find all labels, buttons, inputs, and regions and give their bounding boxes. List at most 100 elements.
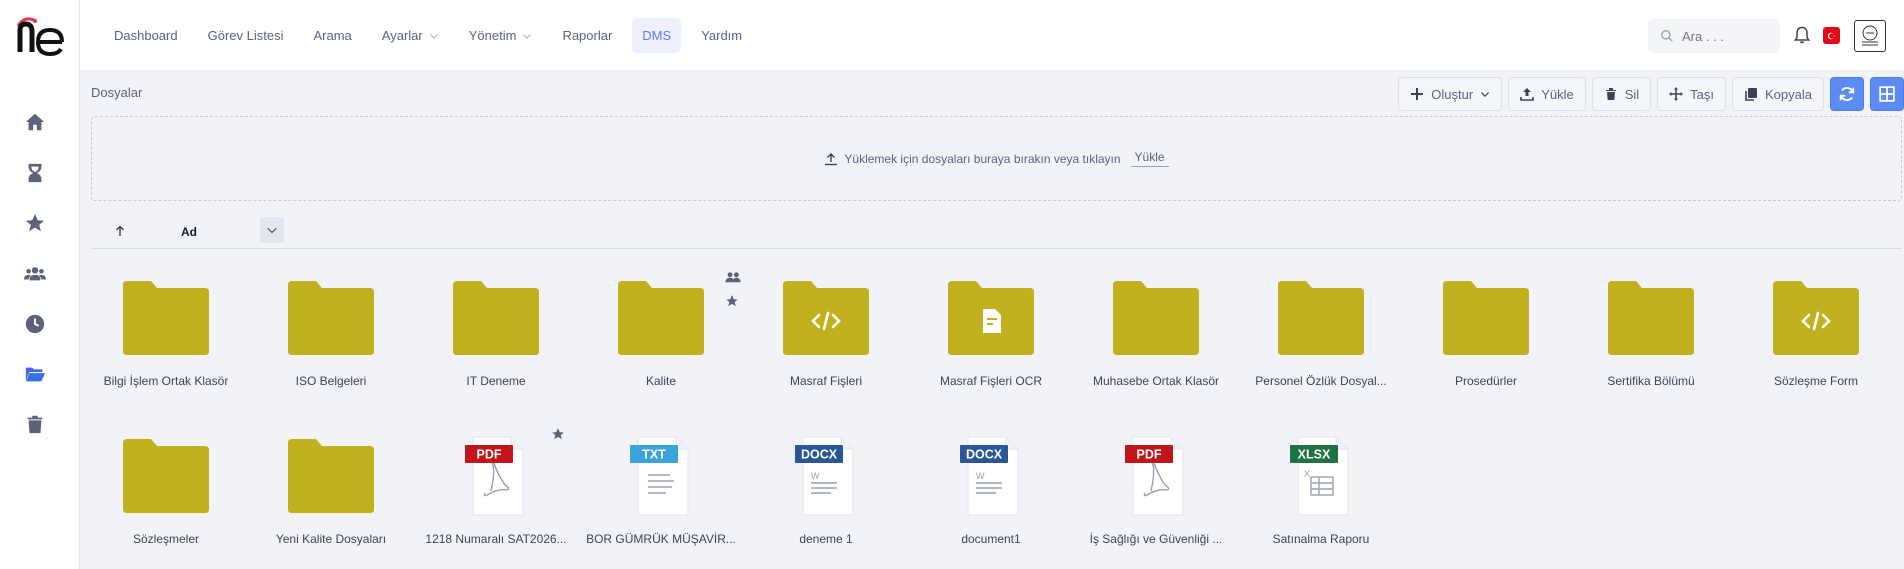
svg-text:W: W — [811, 471, 820, 481]
nav-item-yard-m[interactable]: Yardım — [691, 18, 752, 53]
main-nav: Dashboard Görev Listesi Arama Ayarlar Yöneti… — [104, 18, 752, 53]
move-button[interactable]: Taşı — [1657, 77, 1727, 111]
dropzone-upload-link[interactable]: Yükle — [1130, 150, 1169, 167]
folder-icon — [288, 281, 374, 355]
file-item[interactable]: TXT BOR GÜMRÜK MÜŞAVİR... — [586, 428, 736, 558]
item-name: Sertifika Bölümü — [1607, 374, 1695, 388]
nav-item-g-rev-listesi[interactable]: Görev Listesi — [198, 18, 294, 53]
nav-item-label: Arama — [313, 28, 352, 43]
hourglass-icon[interactable] — [22, 160, 48, 186]
file-item[interactable]: PDF İş Sağlığı ve Güvenliği ... — [1081, 428, 1231, 558]
item-name: BOR GÜMRÜK MÜŞAVİR... — [586, 532, 736, 546]
folder-item[interactable]: Sözleşme Form — [1741, 270, 1891, 400]
trash-icon[interactable] — [22, 411, 48, 437]
item-name: Kalite — [645, 374, 677, 388]
folder-icon — [1443, 281, 1529, 355]
clock-icon[interactable] — [22, 311, 48, 337]
folder-item[interactable]: Personel Özlük Dosyal... — [1246, 270, 1396, 400]
folder-open-icon[interactable] — [22, 361, 48, 387]
folder-item[interactable]: Muhasebe Ortak Klasör — [1081, 270, 1231, 400]
item-name: deneme 1 — [799, 532, 853, 546]
trash-icon — [1605, 88, 1616, 100]
delete-button[interactable]: Sil — [1591, 77, 1652, 111]
turkish-flag-icon[interactable] — [1823, 27, 1840, 44]
shared-users-icon — [725, 272, 741, 283]
file-dropzone[interactable]: Yüklemek için dosyaları buraya bırakın v… — [91, 116, 1902, 201]
item-thumbnail — [611, 270, 711, 366]
breadcrumb: Dosyalar — [91, 85, 143, 100]
item-name: IT Deneme — [466, 374, 526, 388]
starred-icon — [726, 295, 738, 307]
nav-item-dashboard[interactable]: Dashboard — [104, 18, 188, 53]
delete-button-label: Sil — [1624, 86, 1640, 102]
file-item[interactable]: X XLSX Satınalma Raporu — [1246, 428, 1396, 558]
folder-item[interactable]: Masraf Fişleri OCR — [916, 270, 1066, 400]
svg-text:TXT: TXT — [642, 448, 666, 462]
folder-item[interactable]: Kalite — [586, 270, 741, 400]
svg-text:PDF: PDF — [1137, 448, 1162, 462]
chevron-down-icon — [267, 227, 277, 234]
nav-item-y-netim[interactable]: Yönetim — [459, 18, 543, 53]
nav-item-raporlar[interactable]: Raporlar — [552, 18, 622, 53]
chevron-down-icon — [1481, 92, 1490, 98]
item-thumbnail: PDF — [1106, 428, 1206, 524]
nav-item-label: Raporlar — [562, 28, 613, 43]
folder-icon — [783, 281, 869, 355]
sort-field-dropdown[interactable] — [260, 217, 284, 243]
nav-item-label: DMS — [642, 28, 672, 43]
nav-item-label: Yönetim — [468, 28, 517, 43]
file-docx-icon: W DOCX — [960, 436, 1019, 516]
nav-item-arama[interactable]: Arama — [303, 18, 361, 53]
item-thumbnail — [1436, 270, 1536, 366]
copy-button[interactable]: Kopyala — [1732, 77, 1824, 111]
item-name: Masraf Fişleri OCR — [939, 374, 1042, 388]
bell-icon[interactable] — [1792, 25, 1812, 45]
item-name: ISO Belgeleri — [295, 374, 367, 388]
search-box[interactable] — [1648, 19, 1780, 53]
item-thumbnail — [281, 428, 381, 524]
file-txt-icon: TXT — [630, 436, 689, 516]
file-item[interactable]: W DOCX document1 — [916, 428, 1066, 558]
item-name: İş Sağlığı ve Güvenliği ... — [1089, 532, 1223, 546]
folder-item[interactable]: IT Deneme — [421, 270, 571, 400]
search-input[interactable] — [1682, 28, 1772, 44]
upload-icon — [825, 152, 838, 165]
item-thumbnail — [116, 428, 216, 524]
file-item[interactable]: PDF 1218 Numaralı SAT2026... — [421, 428, 571, 558]
copy-icon — [1745, 88, 1758, 101]
item-thumbnail — [941, 270, 1041, 366]
folder-item[interactable]: Sözleşmeler — [91, 428, 241, 558]
folder-item[interactable]: Bilgi İşlem Ortak Klasör — [91, 270, 241, 400]
nav-item-ayarlar[interactable]: Ayarlar — [372, 18, 449, 53]
nav-item-dms[interactable]: DMS — [632, 18, 682, 53]
home-icon[interactable] — [22, 109, 48, 135]
nav-item-label: Ayarlar — [381, 28, 423, 43]
folder-icon — [1773, 281, 1859, 355]
item-name: Bilgi İşlem Ortak Klasör — [103, 374, 229, 388]
item-thumbnail: W DOCX — [941, 428, 1041, 524]
item-name: Muhasebe Ortak Klasör — [1092, 374, 1220, 388]
grid-view-button[interactable] — [1870, 77, 1904, 111]
file-docx-icon: W DOCX — [795, 436, 854, 516]
folder-item[interactable]: Yeni Kalite Dosyaları — [256, 428, 406, 558]
sort-ascending-icon[interactable] — [113, 224, 127, 238]
item-name: 1218 Numaralı SAT2026... — [425, 532, 567, 546]
folder-icon — [1113, 281, 1199, 355]
folder-item[interactable]: ISO Belgeleri — [256, 270, 406, 400]
folder-item[interactable]: Prosedürler — [1411, 270, 1561, 400]
upload-button[interactable]: Yükle — [1508, 77, 1586, 111]
svg-text:DOCX: DOCX — [966, 448, 1003, 462]
star-icon[interactable] — [22, 210, 48, 236]
user-avatar[interactable] — [1854, 20, 1886, 52]
item-thumbnail — [776, 270, 876, 366]
upload-button-label: Yükle — [1541, 86, 1574, 102]
svg-text:DOCX: DOCX — [801, 448, 838, 462]
file-item[interactable]: W DOCX deneme 1 — [751, 428, 901, 558]
folder-item[interactable]: Sertifika Bölümü — [1576, 270, 1726, 400]
users-icon[interactable] — [22, 261, 48, 287]
app-logo[interactable] — [14, 12, 66, 58]
item-thumbnail: X XLSX — [1271, 428, 1371, 524]
folder-item[interactable]: Masraf Fişleri — [751, 270, 901, 400]
refresh-button[interactable] — [1830, 77, 1864, 111]
create-button[interactable]: Oluştur — [1398, 77, 1503, 111]
